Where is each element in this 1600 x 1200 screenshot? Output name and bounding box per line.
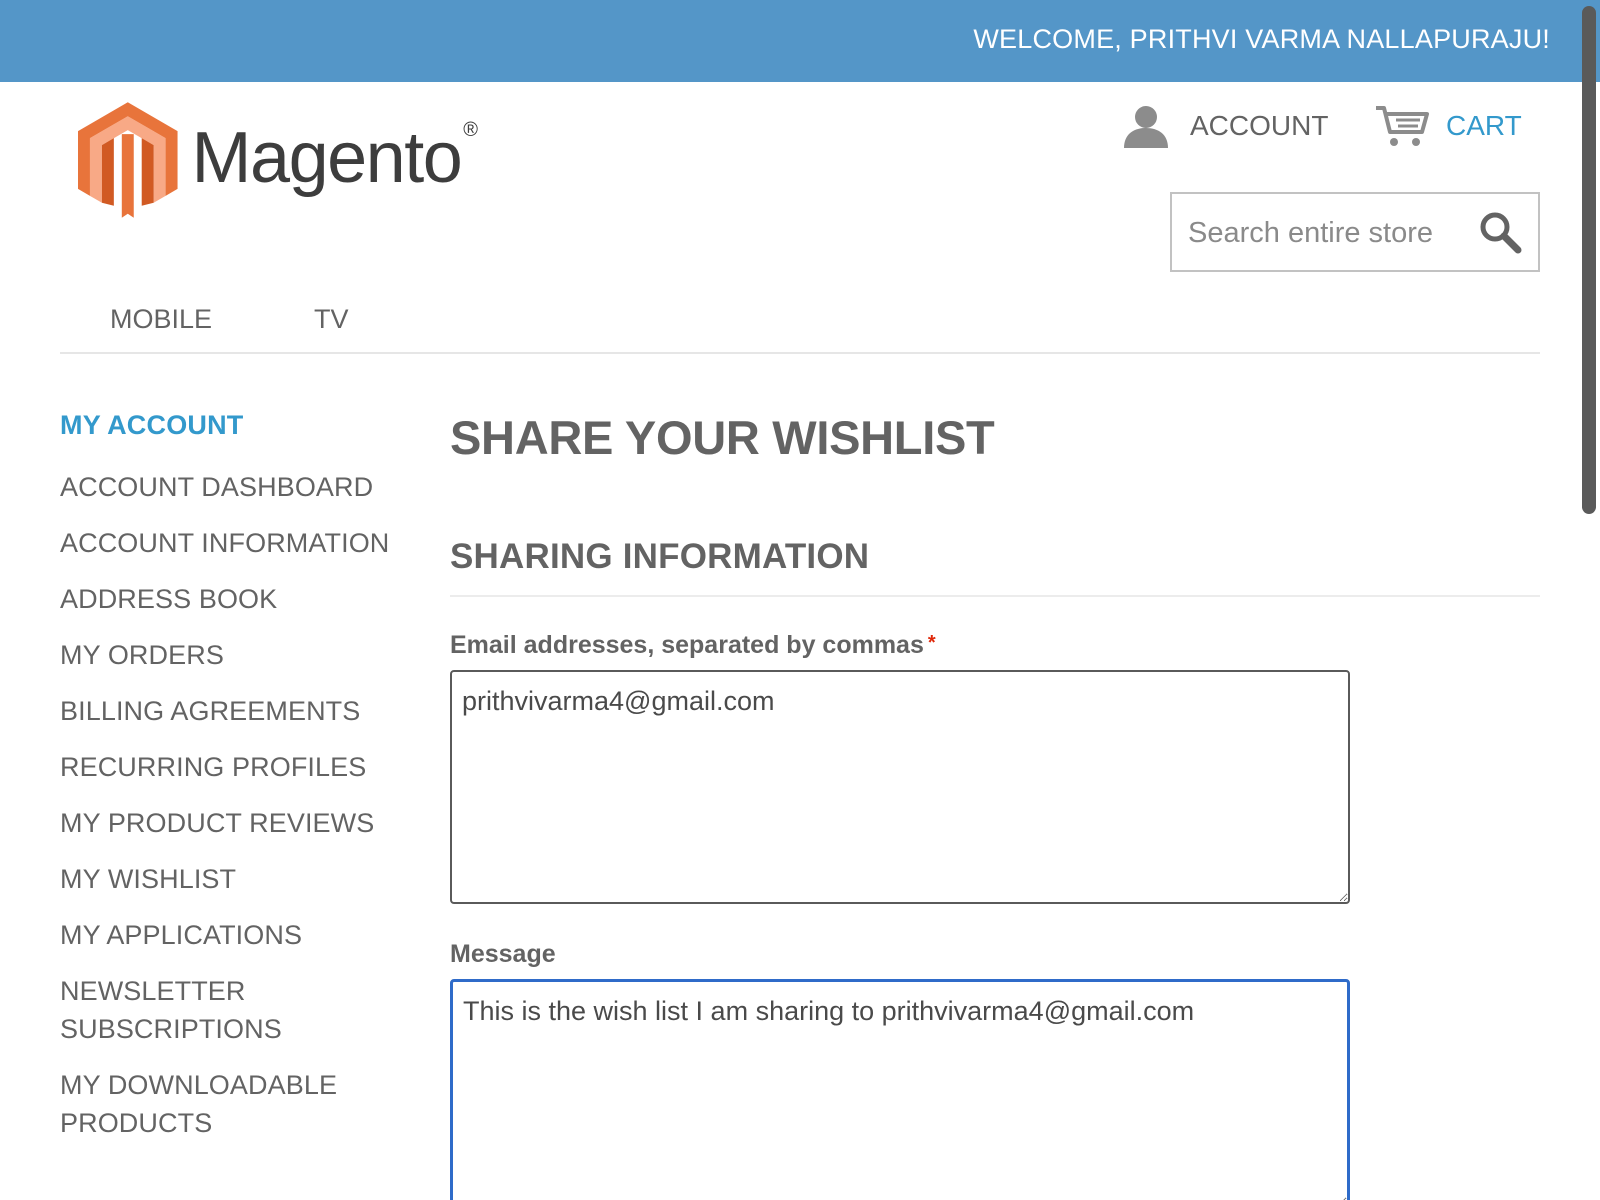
account-link[interactable]: ACCOUNT bbox=[1122, 104, 1328, 148]
sidebar-item-billing-agreements[interactable]: BILLING AGREEMENTS bbox=[60, 692, 420, 730]
store-logo[interactable]: Magento ® bbox=[78, 100, 478, 220]
email-field-label: Email addresses, separated by commas * bbox=[450, 631, 1540, 660]
welcome-message: WELCOME, PRITHVI VARMA NALLAPURAJU! bbox=[973, 24, 1550, 54]
search-input[interactable] bbox=[1188, 212, 1478, 254]
section-title: SHARING INFORMATION bbox=[450, 537, 1540, 597]
sidebar-item-my-downloadable-products[interactable]: MY DOWNLOADABLE PRODUCTS bbox=[60, 1066, 360, 1142]
cart-label: CART bbox=[1446, 110, 1522, 141]
email-addresses-field[interactable]: prithvivarma4@gmail.com bbox=[450, 670, 1350, 904]
search-box bbox=[1170, 192, 1540, 272]
main-navigation: MOBILE TV bbox=[60, 290, 1540, 354]
sidebar-title: MY ACCOUNT bbox=[60, 410, 244, 440]
sidebar-item-my-orders[interactable]: MY ORDERS bbox=[60, 636, 420, 674]
user-icon bbox=[1124, 106, 1168, 148]
nav-item-tv[interactable]: TV bbox=[314, 304, 349, 335]
magento-logo-icon bbox=[78, 102, 178, 218]
welcome-bar: WELCOME, PRITHVI VARMA NALLAPURAJU! bbox=[0, 0, 1600, 82]
cart-link[interactable]: CART bbox=[1374, 104, 1522, 148]
search-icon[interactable] bbox=[1478, 210, 1522, 254]
scrollbar-thumb[interactable] bbox=[1582, 6, 1596, 514]
account-sidebar: MY ACCOUNT ACCOUNT DASHBOARD ACCOUNT INF… bbox=[60, 410, 420, 1160]
sidebar-item-my-applications[interactable]: MY APPLICATIONS bbox=[60, 916, 420, 954]
sidebar-item-address-book[interactable]: ADDRESS BOOK bbox=[60, 580, 420, 618]
account-label: ACCOUNT bbox=[1190, 110, 1329, 141]
sidebar-item-account-information[interactable]: ACCOUNT INFORMATION bbox=[60, 524, 420, 562]
cart-icon bbox=[1376, 106, 1429, 146]
sidebar-item-my-product-reviews[interactable]: MY PRODUCT REVIEWS bbox=[60, 804, 420, 842]
sidebar-item-recurring-profiles[interactable]: RECURRING PROFILES bbox=[60, 748, 420, 786]
required-indicator: * bbox=[927, 632, 936, 654]
message-field-label: Message bbox=[450, 940, 556, 968]
sidebar-item-account-dashboard[interactable]: ACCOUNT DASHBOARD bbox=[60, 468, 420, 506]
main-content: SHARE YOUR WISHLIST SHARING INFORMATION … bbox=[450, 410, 1540, 1200]
logo-wordmark: Magento bbox=[191, 118, 463, 198]
email-label-text: Email addresses, separated by commas bbox=[450, 631, 924, 659]
nav-item-mobile[interactable]: MOBILE bbox=[110, 304, 212, 335]
page-title: SHARE YOUR WISHLIST bbox=[450, 411, 995, 464]
page-scrollbar[interactable] bbox=[1578, 0, 1600, 1200]
sidebar-item-newsletter-subscriptions[interactable]: NEWSLETTER SUBSCRIPTIONS bbox=[60, 972, 320, 1048]
sidebar-item-my-wishlist[interactable]: MY WISHLIST bbox=[60, 860, 420, 898]
registered-mark: ® bbox=[463, 118, 478, 141]
page: WELCOME, PRITHVI VARMA NALLAPURAJU! Mage… bbox=[0, 0, 1600, 1200]
message-field[interactable]: This is the wish list I am sharing to pr… bbox=[450, 979, 1350, 1200]
